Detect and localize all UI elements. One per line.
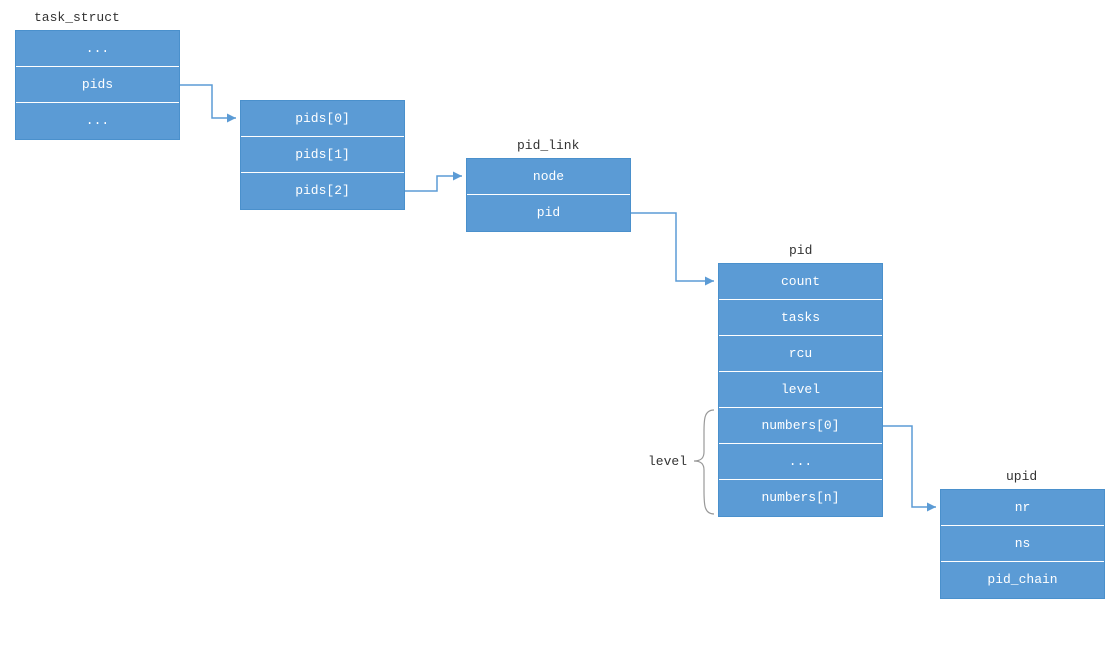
pids-array-row: pids[2] (241, 173, 404, 209)
pid-row-tasks: tasks (719, 300, 882, 336)
arrow-pid-to-upid (883, 426, 936, 507)
pid-row-numbersn: numbers[n] (719, 480, 882, 516)
upid-title: upid (1006, 469, 1037, 484)
pid-link-row-pid: pid (467, 195, 630, 231)
upid-row-nr: nr (941, 490, 1104, 526)
task-struct-row: ... (16, 103, 179, 139)
arrow-taskstruct-to-pids (180, 85, 236, 118)
task-struct-box: ... pids ... (15, 30, 180, 140)
pid-row-numbers0: numbers[0] (719, 408, 882, 444)
pid-link-row-node: node (467, 159, 630, 195)
task-struct-row-pids: pids (16, 67, 179, 103)
pid-row-level: level (719, 372, 882, 408)
upid-box: nr ns pid_chain (940, 489, 1105, 599)
pid-link-box: node pid (466, 158, 631, 232)
pid-link-title: pid_link (517, 138, 579, 153)
pids-array-row: pids[1] (241, 137, 404, 173)
arrow-pidlink-to-pid (631, 213, 714, 281)
pid-row-rcu: rcu (719, 336, 882, 372)
pids-array-box: pids[0] pids[1] pids[2] (240, 100, 405, 210)
level-brace (694, 410, 714, 514)
pids-array-row: pids[0] (241, 101, 404, 137)
pid-row-count: count (719, 264, 882, 300)
upid-row-pidchain: pid_chain (941, 562, 1104, 598)
pid-row-numbers-dots: ... (719, 444, 882, 480)
arrow-pids-to-pidlink (405, 176, 462, 191)
task-struct-title: task_struct (34, 10, 120, 25)
level-label: level (648, 454, 687, 469)
pid-title: pid (789, 243, 812, 258)
task-struct-row: ... (16, 31, 179, 67)
pid-box: count tasks rcu level numbers[0] ... num… (718, 263, 883, 517)
upid-row-ns: ns (941, 526, 1104, 562)
